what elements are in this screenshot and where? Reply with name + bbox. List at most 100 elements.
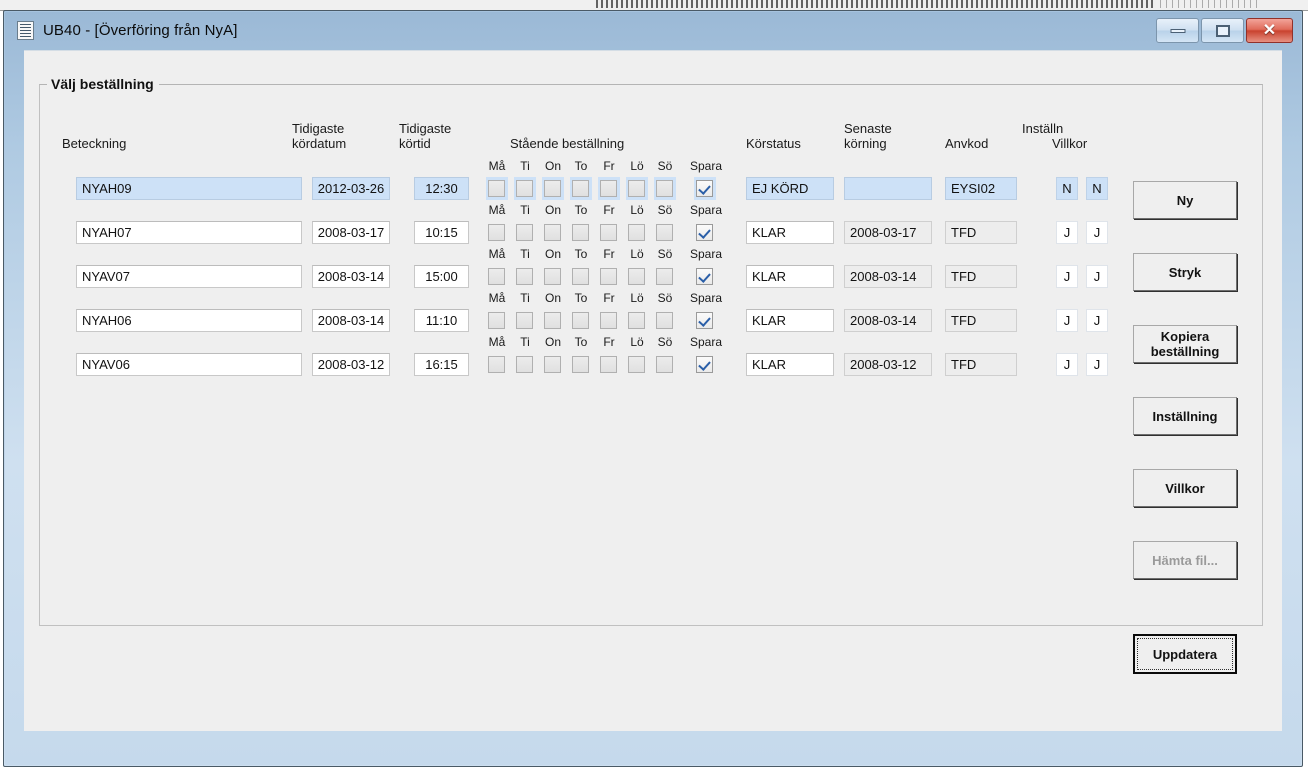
day-label-ti: Ti <box>520 203 530 217</box>
checkbox-spara-row4[interactable] <box>694 309 716 332</box>
checkbox-må-row2[interactable] <box>486 221 508 244</box>
checkbox-lö-row3[interactable] <box>626 265 648 288</box>
title-bar[interactable]: UB40 - [Överföring från NyA] ✕ <box>5 12 1301 50</box>
checkbox-lö-row1[interactable] <box>626 177 648 200</box>
checkbox-sö-row2[interactable] <box>654 221 676 244</box>
field-kortid-row4[interactable]: 11:10 <box>414 309 469 332</box>
checkbox-icon <box>544 268 561 285</box>
field-beteckning-row3[interactable]: NYAV07 <box>76 265 302 288</box>
background-window-toolbar <box>596 0 1156 8</box>
field-kortid-row2[interactable]: 10:15 <box>414 221 469 244</box>
field-korstatus-row4[interactable]: KLAR <box>746 309 834 332</box>
checkbox-to-row3[interactable] <box>570 265 592 288</box>
day-label-fr: Fr <box>603 335 615 349</box>
field-korstatus-row3[interactable]: KLAR <box>746 265 834 288</box>
day-label-må: Må <box>488 159 506 173</box>
header-senaste-korning-line2: körning <box>844 136 887 151</box>
field-anvkod-row4: TFD <box>945 309 1017 332</box>
close-icon: ✕ <box>1262 21 1277 39</box>
checkbox-ti-row2[interactable] <box>514 221 536 244</box>
checkbox-sö-row5[interactable] <box>654 353 676 376</box>
field-kordatum-row1[interactable]: 2012-03-26 <box>312 177 390 200</box>
day-label-lö: Lö <box>630 159 644 173</box>
checkbox-lö-row4[interactable] <box>626 309 648 332</box>
field-korstatus-row2[interactable]: KLAR <box>746 221 834 244</box>
checkbox-sö-row4[interactable] <box>654 309 676 332</box>
field-senaste-korning-row2: 2008-03-17 <box>844 221 932 244</box>
checkbox-fr-row3[interactable] <box>598 265 620 288</box>
ny-button-label: Ny <box>1176 192 1194 208</box>
checkbox-sö-row3[interactable] <box>654 265 676 288</box>
field-kordatum-row4[interactable]: 2008-03-14 <box>312 309 390 332</box>
checkbox-spara-row5[interactable] <box>694 353 716 376</box>
field-korstatus-row5[interactable]: KLAR <box>746 353 834 376</box>
checkbox-spara-row3[interactable] <box>694 265 716 288</box>
checkbox-ti-row4[interactable] <box>514 309 536 332</box>
uppdatera-button[interactable]: Uppdatera <box>1133 634 1237 674</box>
hamta-fil-button[interactable]: Hämta fil... <box>1133 541 1237 579</box>
checkbox-må-row4[interactable] <box>486 309 508 332</box>
field-kortid-row3[interactable]: 15:00 <box>414 265 469 288</box>
checkbox-må-row1[interactable] <box>486 177 508 200</box>
spara-label: Spara <box>689 159 723 173</box>
day-label-lö: Lö <box>630 203 644 217</box>
installning-button[interactable]: Inställning <box>1133 397 1237 435</box>
checkbox-må-row5[interactable] <box>486 353 508 376</box>
maximize-button[interactable] <box>1201 18 1244 43</box>
field-beteckning-row2[interactable]: NYAH07 <box>76 221 302 244</box>
field-kordatum-row5[interactable]: 2008-03-12 <box>312 353 390 376</box>
maximize-icon <box>1215 24 1230 37</box>
checkbox-fr-row2[interactable] <box>598 221 620 244</box>
checkbox-lö-row2[interactable] <box>626 221 648 244</box>
day-label-to: To <box>574 247 588 261</box>
checkbox-icon <box>628 356 645 373</box>
checkbox-må-row3[interactable] <box>486 265 508 288</box>
kopiera-bestallning-button[interactable]: Kopiera beställning <box>1133 325 1237 363</box>
field-villkor-row1: N <box>1086 177 1108 200</box>
field-beteckning-row4[interactable]: NYAH06 <box>76 309 302 332</box>
field-korstatus-row1[interactable]: EJ KÖRD <box>746 177 834 200</box>
field-senaste-korning-row5: 2008-03-12 <box>844 353 932 376</box>
field-kordatum-row3[interactable]: 2008-03-14 <box>312 265 390 288</box>
checkbox-icon <box>696 224 713 241</box>
day-label-sö: Sö <box>657 203 673 217</box>
checkbox-on-row2[interactable] <box>542 221 564 244</box>
stryk-button[interactable]: Stryk <box>1133 253 1237 291</box>
checkbox-on-row1[interactable] <box>542 177 564 200</box>
ny-button[interactable]: Ny <box>1133 181 1237 219</box>
day-label-sö: Sö <box>657 335 673 349</box>
field-kortid-row1[interactable]: 12:30 <box>414 177 469 200</box>
day-label-må: Må <box>488 203 506 217</box>
header-kortid-line2: körtid <box>399 136 431 151</box>
checkbox-icon <box>696 356 713 373</box>
checkbox-spara-row2[interactable] <box>694 221 716 244</box>
checkbox-to-row1[interactable] <box>570 177 592 200</box>
checkbox-on-row4[interactable] <box>542 309 564 332</box>
checkbox-icon <box>572 312 589 329</box>
field-beteckning-row1[interactable]: NYAH09 <box>76 177 302 200</box>
checkbox-ti-row1[interactable] <box>514 177 536 200</box>
checkbox-spara-row1[interactable] <box>694 177 716 200</box>
checkbox-icon <box>488 180 505 197</box>
checkbox-fr-row1[interactable] <box>598 177 620 200</box>
checkbox-to-row2[interactable] <box>570 221 592 244</box>
checkbox-to-row5[interactable] <box>570 353 592 376</box>
checkbox-ti-row3[interactable] <box>514 265 536 288</box>
close-button[interactable]: ✕ <box>1246 18 1293 43</box>
minimize-button[interactable] <box>1156 18 1199 43</box>
checkbox-ti-row5[interactable] <box>514 353 536 376</box>
checkbox-fr-row5[interactable] <box>598 353 620 376</box>
checkbox-lö-row5[interactable] <box>626 353 648 376</box>
checkbox-on-row3[interactable] <box>542 265 564 288</box>
field-kordatum-row2[interactable]: 2008-03-17 <box>312 221 390 244</box>
spara-label: Spara <box>689 291 723 305</box>
field-kortid-row5[interactable]: 16:15 <box>414 353 469 376</box>
villkor-button[interactable]: Villkor <box>1133 469 1237 507</box>
checkbox-to-row4[interactable] <box>570 309 592 332</box>
checkbox-sö-row1[interactable] <box>654 177 676 200</box>
checkbox-icon <box>516 268 533 285</box>
checkbox-icon <box>600 312 617 329</box>
field-beteckning-row5[interactable]: NYAV06 <box>76 353 302 376</box>
checkbox-on-row5[interactable] <box>542 353 564 376</box>
checkbox-fr-row4[interactable] <box>598 309 620 332</box>
